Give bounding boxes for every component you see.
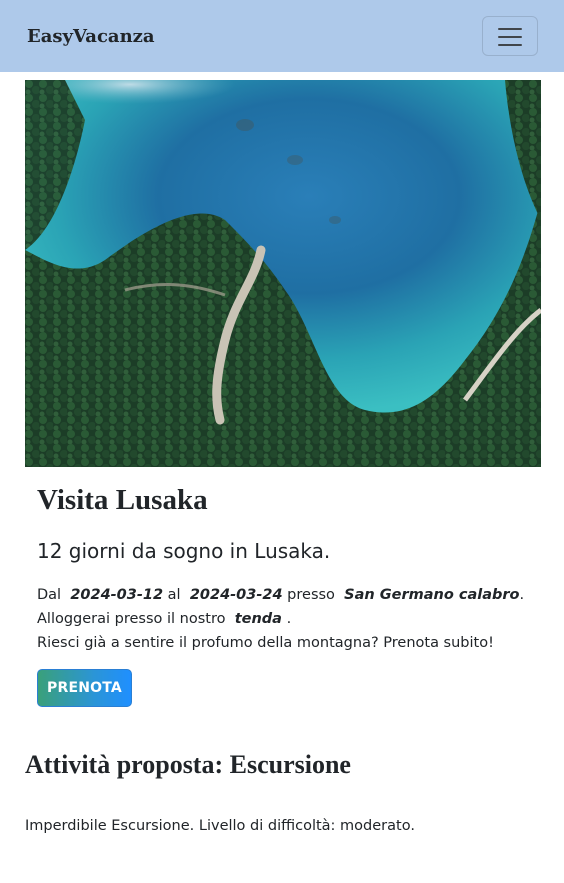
lodging-suffix: .	[286, 611, 292, 627]
presso-label: presso	[287, 587, 335, 603]
title-prefix: Visita	[37, 484, 109, 516]
trip-dates-line: Dal 2024-03-12 al 2024-03-24 presso San …	[37, 587, 525, 603]
book-button[interactable]: PRENOTA	[37, 669, 132, 707]
trip-subtitle: 12 giorni da sogno in Lusaka.	[37, 539, 331, 563]
call-to-action-text: Riesci già a sentire il profumo della mo…	[37, 635, 494, 651]
brand-link[interactable]: EasyVacanza	[27, 26, 155, 47]
activity-title: Attività proposta: Escursione	[25, 750, 351, 780]
start-date: 2024-03-12	[70, 587, 164, 603]
activity-title-prefix: Attività proposta:	[25, 750, 224, 779]
lodging-line: Alloggerai presso il nostro tenda .	[37, 607, 547, 631]
al-label: al	[167, 587, 181, 603]
lodging-prefix: Alloggerai presso il nostro	[37, 611, 226, 627]
destination-name: Lusaka	[115, 484, 208, 516]
trip-description: Dal 2024-03-12 al 2024-03-24 presso San …	[37, 583, 547, 655]
hero-image	[25, 80, 541, 467]
navbar: EasyVacanza	[0, 0, 564, 72]
trip-location: San Germano calabro	[344, 587, 520, 603]
menu-toggle-button[interactable]	[482, 16, 538, 56]
page-title: Visita Lusaka	[37, 484, 208, 517]
activity-name: Escursione	[229, 750, 351, 779]
lodging-type: tenda	[234, 611, 282, 627]
lake-forest-image	[25, 80, 541, 467]
dal-label: Dal	[37, 587, 62, 603]
activity-description: Imperdibile Escursione. Livello di diffi…	[25, 818, 415, 834]
end-date: 2024-03-24	[189, 587, 283, 603]
